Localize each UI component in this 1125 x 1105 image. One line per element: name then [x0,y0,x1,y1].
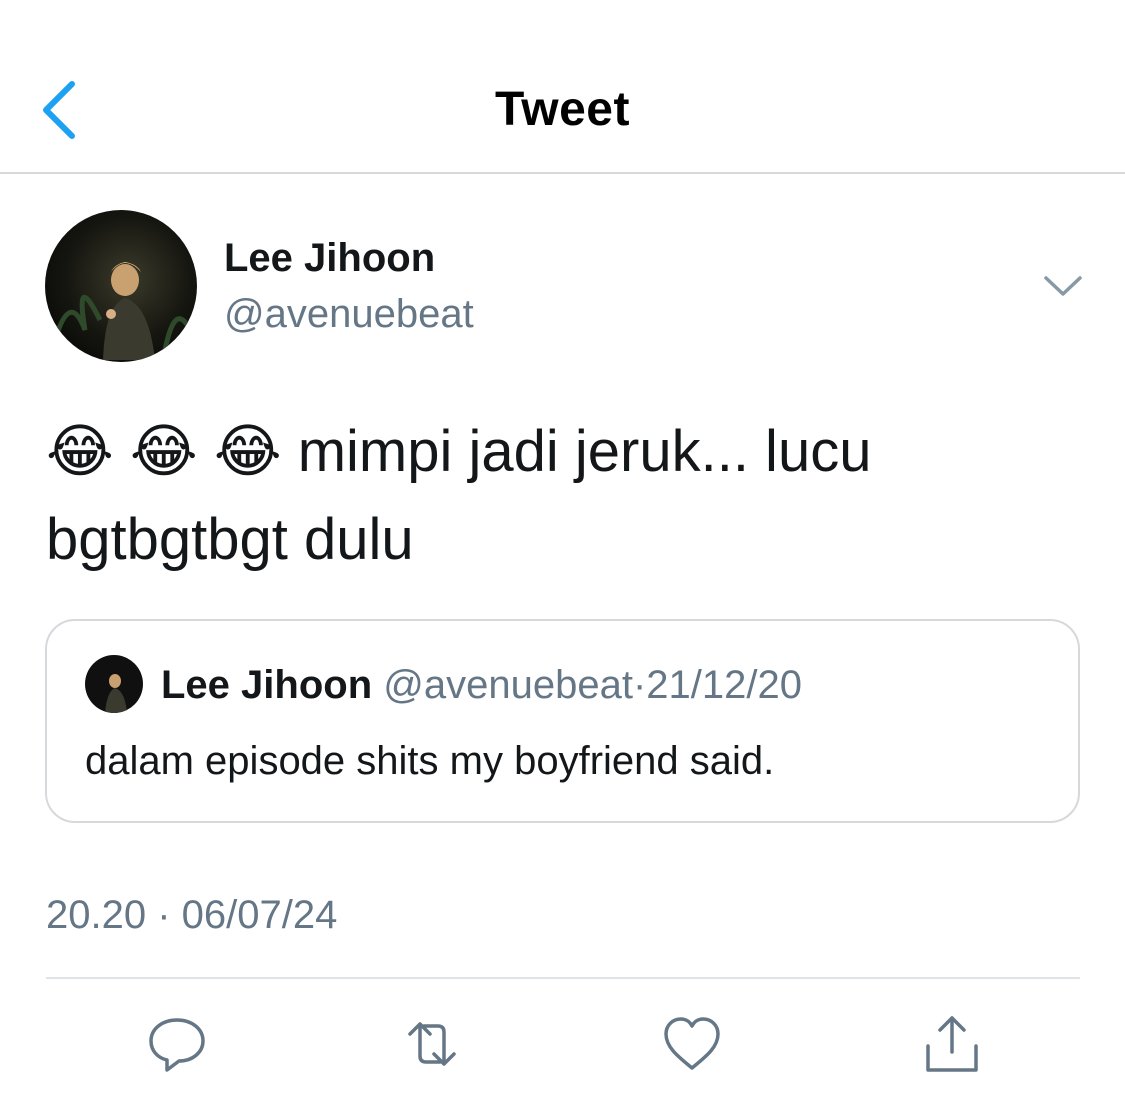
like-icon [664,1017,720,1070]
share-icon [926,1016,978,1072]
quoted-header: Lee Jihoon @avenuebeat·21/12/20 [161,663,802,708]
quoted-date: 21/12/20 [646,663,802,707]
laughing-emoji: 😂 [46,419,114,484]
reply-button[interactable] [145,1012,209,1076]
divider [46,977,1080,979]
retweet-icon [408,1022,456,1066]
tweet-timestamp: 20.20 · 06/07/24 [46,893,338,937]
retweet-button[interactable] [400,1012,464,1076]
tweet-text-line-1: mimpi jadi jeruk... lucu [297,419,872,484]
tweet-text-line-2: bgtbgtbgt dulu [46,507,414,572]
profile-photo [45,210,197,362]
author-display-name[interactable]: Lee Jihoon [224,236,435,281]
reply-icon [149,1018,205,1072]
quoted-handle: @avenuebeat [383,663,633,707]
laughing-emoji: 😂 [129,419,198,484]
quoted-avatar [85,655,143,713]
quoted-tweet-card[interactable]: Lee Jihoon @avenuebeat·21/12/20 dalam ep… [45,619,1080,823]
top-bar: Tweet [0,0,1125,174]
tweet-line-1: 😂 😂 😂 mimpi jadi jeruk... lucu [46,408,1086,496]
like-button[interactable] [660,1012,724,1076]
more-options-button[interactable] [1040,268,1086,304]
avatar[interactable] [45,210,197,362]
author-handle[interactable]: @avenuebeat [224,292,474,337]
quoted-separator: · [632,663,647,707]
quoted-text: dalam episode shits my boyfriend said. [85,739,775,783]
quoted-display-name: Lee Jihoon [161,663,373,707]
share-button[interactable] [920,1012,984,1076]
tweet-body: 😂 😂 😂 mimpi jadi jeruk... lucu bgtbgtbgt… [46,408,1086,584]
laughing-emoji: 😂 [213,419,282,484]
page-title: Tweet [495,83,630,136]
chevron-down-icon [1044,276,1082,296]
quoted-profile-photo [85,655,143,713]
